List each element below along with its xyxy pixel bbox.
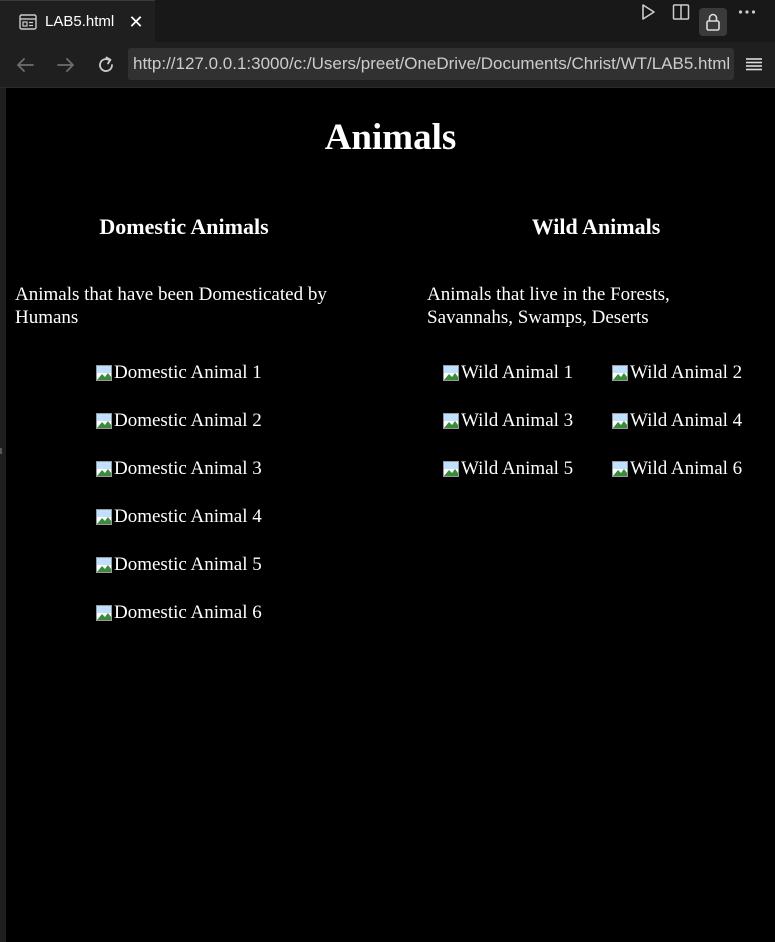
broken-image-icon — [96, 365, 112, 381]
more-icon[interactable] — [735, 0, 759, 24]
image-alt-label: Domestic Animal 6 — [114, 602, 262, 623]
broken-image-icon — [443, 365, 459, 381]
image-alt-text: Domestic Animal 3 — [96, 458, 262, 480]
url-input[interactable]: http://127.0.0.1:3000/c:/Users/preet/One… — [128, 48, 734, 80]
arrow-right-icon[interactable] — [53, 52, 79, 78]
image-alt-label: Domestic Animal 2 — [114, 410, 262, 431]
broken-image-icon — [96, 461, 112, 477]
image-alt-label: Wild Animal 3 — [461, 410, 574, 431]
broken-image-icon — [443, 461, 459, 477]
broken-image-icon — [96, 509, 112, 525]
image-alt-label: Domestic Animal 5 — [114, 554, 262, 575]
image-alt-label: Wild Animal 6 — [630, 458, 743, 479]
broken-image-icon — [443, 413, 459, 429]
broken-image-icon — [96, 605, 112, 621]
image-alt-text: Domestic Animal 5 — [96, 554, 262, 576]
broken-image-icon — [96, 413, 112, 429]
broken-image-icon — [612, 365, 628, 381]
image-alt-text: Wild Animal 2 — [612, 362, 742, 384]
image-alt-text: Domestic Animal 6 — [96, 602, 262, 624]
page-viewport: Animals Domestic Animals Animals that ha… — [6, 88, 775, 942]
lock-icon[interactable] — [699, 8, 727, 36]
image-alt-text: Domestic Animal 1 — [96, 362, 262, 384]
wild-heading: Wild Animals — [531, 214, 661, 239]
wild-description: Animals that live in the Forests, Savann… — [427, 284, 670, 328]
image-alt-text: Wild Animal 4 — [612, 410, 742, 432]
preview-icon — [19, 14, 37, 30]
image-alt-label: Wild Animal 1 — [461, 362, 574, 383]
page-title: Animals — [324, 117, 457, 158]
play-icon[interactable] — [636, 0, 660, 24]
image-alt-label: Wild Animal 4 — [630, 410, 743, 431]
domestic-heading: Domestic Animals — [99, 214, 269, 239]
image-alt-label: Wild Animal 2 — [630, 362, 743, 383]
image-alt-text: Wild Animal 1 — [443, 362, 573, 384]
tab-lab5[interactable]: LAB5.html ✕ — [0, 0, 155, 42]
image-alt-text: Domestic Animal 4 — [96, 506, 262, 528]
image-alt-text: Wild Animal 6 — [612, 458, 742, 480]
image-alt-label: Wild Animal 5 — [461, 458, 574, 479]
reload-icon[interactable] — [93, 52, 119, 78]
image-alt-text: Domestic Animal 2 — [96, 410, 262, 432]
image-alt-text: Wild Animal 5 — [443, 458, 573, 480]
broken-image-icon — [612, 461, 628, 477]
broken-image-icon — [612, 413, 628, 429]
close-icon[interactable]: ✕ — [126, 12, 146, 32]
tab-title: LAB5.html — [45, 13, 115, 30]
tab-bar: LAB5.html ✕ — [0, 0, 775, 42]
hamburger-icon[interactable] — [742, 52, 766, 76]
broken-image-icon — [96, 557, 112, 573]
image-alt-label: Domestic Animal 1 — [114, 362, 262, 383]
image-alt-label: Domestic Animal 4 — [114, 506, 262, 527]
domestic-description: Animals that have been Domesticated by H… — [15, 284, 327, 328]
arrow-left-icon[interactable] — [12, 52, 38, 78]
image-alt-label: Domestic Animal 3 — [114, 458, 262, 479]
split-editor-icon[interactable] — [669, 0, 693, 24]
image-alt-text: Wild Animal 3 — [443, 410, 573, 432]
scroll-mark — [0, 448, 2, 454]
